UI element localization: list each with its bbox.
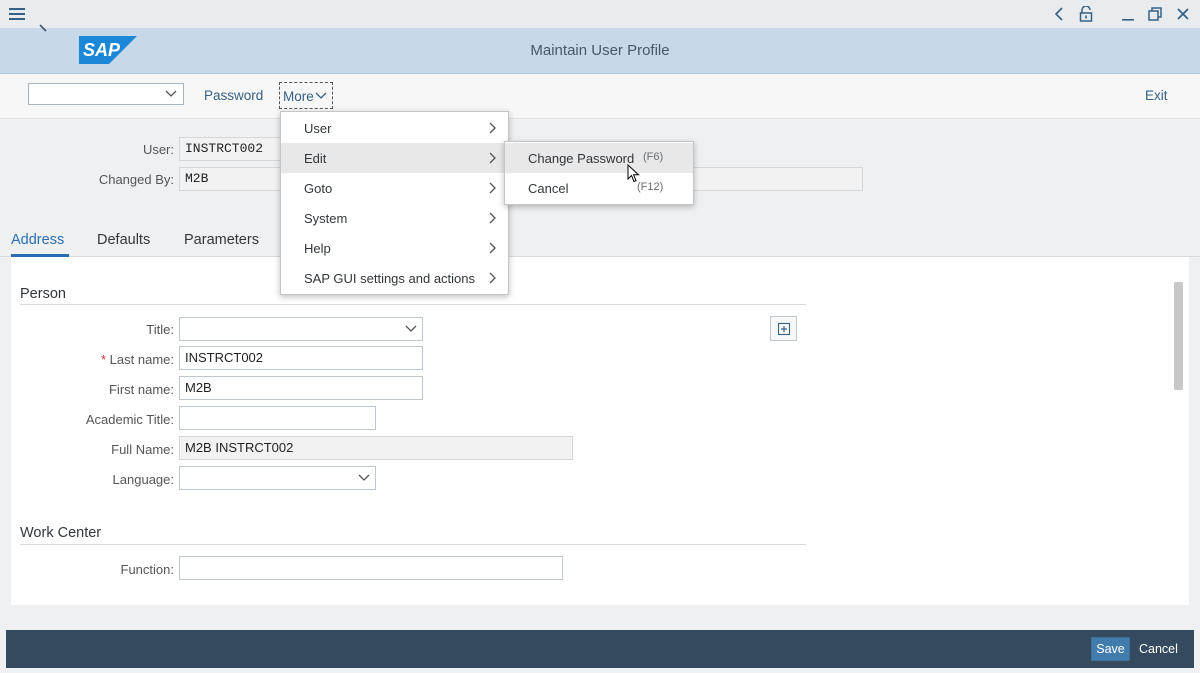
chevron-right-icon [488, 272, 496, 287]
menu-item-cancel[interactable]: Cancel (F12) [505, 173, 693, 203]
menu-item-label: Change Password [528, 151, 635, 166]
academic-title-field[interactable] [179, 406, 376, 430]
menu-item-label: User [304, 121, 332, 136]
menu-item-label: Help [304, 241, 331, 256]
menu-item-label: Goto [304, 181, 333, 196]
title-label: Title: [146, 322, 174, 337]
chevron-right-icon [488, 122, 496, 137]
more-menu: User Edit Goto System Help SAP GUI setti… [280, 111, 509, 295]
tab-address[interactable]: Address [11, 232, 64, 248]
function-field[interactable] [179, 556, 563, 580]
language-label: Language: [112, 472, 174, 487]
restore-window-icon[interactable] [1145, 3, 1165, 25]
toolbar: Password More Exit [0, 74, 1200, 119]
hamburger-menu-icon[interactable] [6, 3, 28, 25]
page-title: Maintain User Profile [530, 42, 670, 59]
user-field[interactable]: INSTRCT002 [179, 137, 284, 161]
chevron-right-icon [488, 242, 496, 257]
shortcut-label: (F6) [643, 151, 664, 163]
section-divider [20, 304, 806, 305]
changed-by-field[interactable]: M2B [179, 167, 284, 191]
exit-button[interactable]: Exit [1145, 88, 1168, 103]
required-marker: * [100, 352, 107, 367]
chevron-down-icon [358, 471, 370, 486]
tab-defaults[interactable]: Defaults [97, 232, 150, 248]
menu-item-user[interactable]: User [281, 113, 508, 143]
menu-item-help[interactable]: Help [281, 233, 508, 263]
chevron-right-icon [488, 152, 496, 167]
first-name-label: First name: [108, 382, 174, 397]
chevron-down-icon [315, 89, 327, 104]
full-name-field[interactable]: M2B INSTRCT002 [179, 436, 573, 460]
menu-item-label: Cancel [528, 181, 569, 196]
menu-item-edit[interactable]: Edit [281, 143, 508, 173]
app-header: SAP Maintain User Profile [0, 24, 1200, 74]
last-name-label-text: Last name: [109, 352, 174, 367]
toolbar-dropdown[interactable] [28, 83, 184, 105]
chevron-left-icon[interactable] [1049, 3, 1069, 25]
minimize-icon[interactable] [1118, 3, 1138, 25]
menu-item-sap-gui-settings[interactable]: SAP GUI settings and actions [281, 263, 508, 293]
address-panel [11, 257, 1189, 605]
save-button[interactable]: Save [1091, 637, 1130, 661]
changed-on-field[interactable] [690, 167, 863, 191]
edit-submenu: Change Password (F6) Cancel (F12) [504, 141, 694, 205]
window-title-bar [0, 0, 1200, 28]
work-center-section-title: Work Center [20, 525, 102, 541]
section-divider [20, 544, 806, 545]
menu-item-system[interactable]: System [281, 203, 508, 233]
chevron-down-icon [165, 87, 177, 102]
back-arrow-icon[interactable] [34, 24, 48, 41]
last-name-field[interactable]: INSTRCT002 [179, 346, 423, 370]
changed-by-label: Changed By: [98, 172, 174, 187]
chevron-down-icon [405, 322, 417, 337]
menu-item-goto[interactable]: Goto [281, 173, 508, 203]
chevron-right-icon [488, 212, 496, 227]
full-name-label: Full Name: [111, 442, 174, 457]
cancel-button[interactable]: Cancel [1139, 642, 1178, 656]
footer-bar [6, 630, 1194, 668]
language-select[interactable] [179, 466, 376, 490]
unlock-icon[interactable] [1076, 3, 1096, 25]
more-button-label: More [283, 89, 314, 104]
user-label: User: [142, 142, 174, 157]
password-button[interactable]: Password [204, 88, 263, 103]
vertical-scrollbar[interactable] [1174, 282, 1183, 390]
person-section-title: Person [20, 286, 66, 302]
more-button[interactable]: More [279, 82, 333, 109]
function-label: Function: [120, 562, 174, 577]
chevron-right-icon [488, 182, 496, 197]
close-icon[interactable] [1173, 3, 1193, 25]
menu-item-change-password[interactable]: Change Password (F6) [505, 143, 693, 173]
first-name-field[interactable]: M2B [179, 376, 423, 400]
mouse-pointer-icon [627, 163, 641, 187]
add-field-button[interactable] [770, 316, 797, 341]
menu-item-label: System [304, 211, 348, 226]
add-row-icon [777, 322, 790, 335]
title-select[interactable] [179, 317, 423, 341]
menu-item-label: Edit [304, 151, 327, 166]
academic-title-label: Academic Title: [85, 412, 174, 427]
menu-item-label: SAP GUI settings and actions [304, 271, 476, 286]
tab-parameters[interactable]: Parameters [184, 232, 259, 248]
last-name-label: * Last name: [40, 352, 174, 367]
